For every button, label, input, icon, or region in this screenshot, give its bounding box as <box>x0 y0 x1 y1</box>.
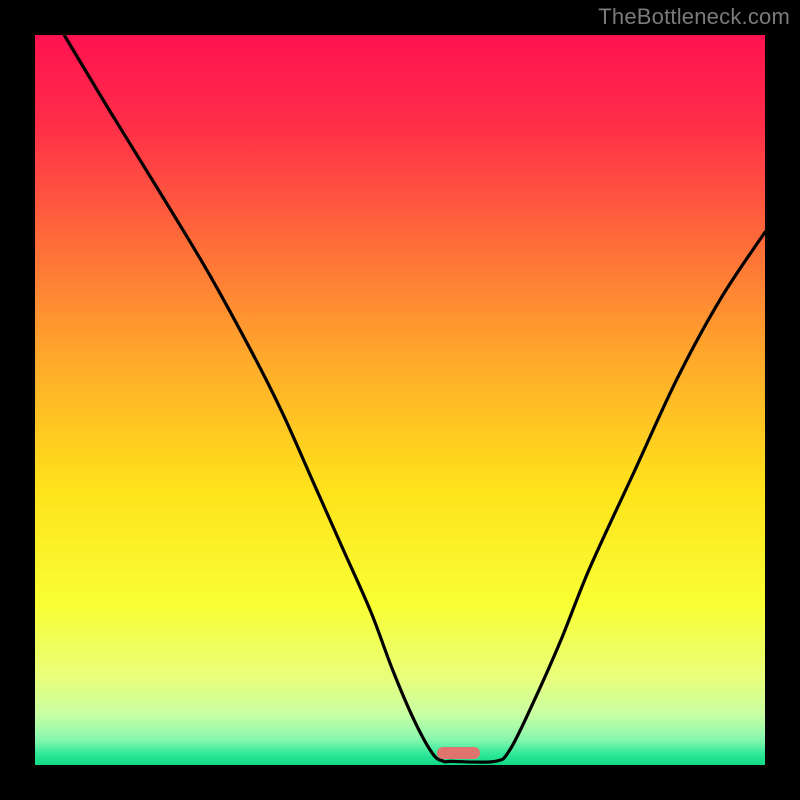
attribution-text: TheBottleneck.com <box>598 4 790 30</box>
background-gradient <box>35 35 765 765</box>
plot-area <box>35 35 765 765</box>
optimal-marker <box>437 747 481 759</box>
chart-frame: TheBottleneck.com <box>0 0 800 800</box>
